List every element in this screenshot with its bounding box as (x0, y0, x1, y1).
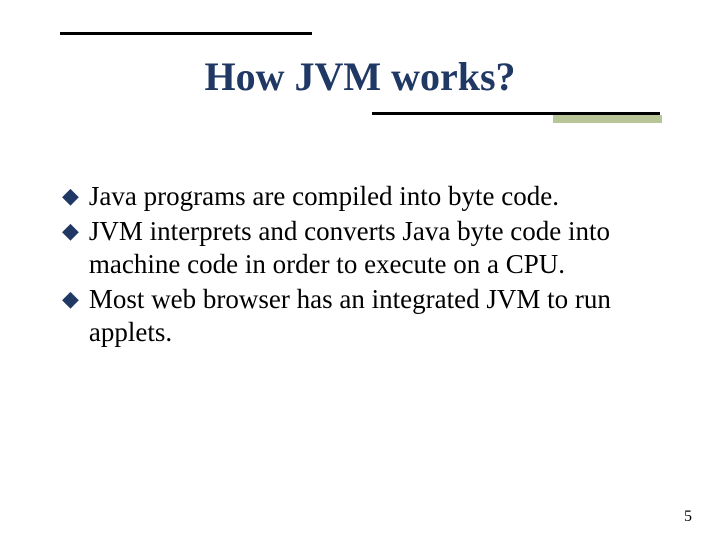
bullet-text: JVM interprets and converts Java byte co… (89, 215, 665, 281)
top-rule (60, 32, 312, 35)
bullet-icon: ◆ (62, 283, 79, 315)
page-number: 5 (684, 508, 692, 526)
bullet-text: Java programs are compiled into byte cod… (89, 180, 665, 213)
bottom-rule-wrap (60, 112, 660, 115)
bottom-rule (372, 112, 660, 115)
bottom-rule-shadow (553, 115, 662, 123)
list-item: ◆ Most web browser has an integrated JVM… (62, 283, 665, 349)
list-item: ◆ JVM interprets and converts Java byte … (62, 215, 665, 281)
bullet-icon: ◆ (62, 215, 79, 247)
bullet-text: Most web browser has an integrated JVM t… (89, 283, 665, 349)
list-item: ◆ Java programs are compiled into byte c… (62, 180, 665, 213)
title-block: How JVM works? (60, 32, 660, 115)
bullet-icon: ◆ (62, 180, 79, 212)
bullet-list: ◆ Java programs are compiled into byte c… (62, 180, 665, 351)
slide-title: How JVM works? (60, 53, 660, 100)
